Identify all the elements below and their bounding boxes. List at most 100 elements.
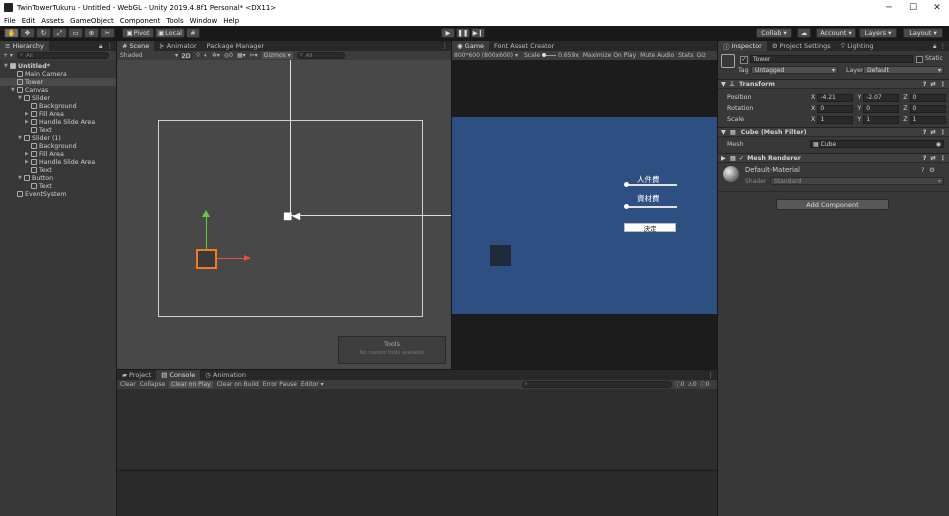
play-button[interactable]: ▶ xyxy=(441,28,455,38)
object-picker-icon[interactable]: ◉ xyxy=(936,141,941,148)
help-icon[interactable]: ? xyxy=(923,81,927,88)
axis-x-label[interactable]: X xyxy=(811,94,815,101)
tab-project[interactable]: ▰ Project xyxy=(117,370,156,380)
x-axis-arrow-icon[interactable] xyxy=(244,255,251,261)
material-gear-icon[interactable]: ⚙ xyxy=(929,166,935,174)
menu-assets[interactable]: Assets xyxy=(41,17,64,25)
grid-toggle-icon[interactable]: ▦▾ xyxy=(237,52,246,59)
transform-z-field[interactable]: 1 xyxy=(909,115,946,124)
tab-hierarchy[interactable]: ≡ Hierarchy xyxy=(0,41,49,51)
clear-button[interactable]: Clear xyxy=(120,381,136,388)
hierarchy-item[interactable]: ▼ Button xyxy=(0,174,116,182)
transform-x-field[interactable]: -4.21 xyxy=(817,93,854,102)
scale-tool-icon[interactable]: ⤢ xyxy=(52,28,67,38)
audio-toggle-icon[interactable]: 🔈︎ xyxy=(204,52,208,60)
hierarchy-item[interactable]: Tower xyxy=(0,78,116,86)
layers-dropdown[interactable]: Layers ▾ xyxy=(859,28,897,38)
shading-mode-dropdown[interactable]: Shaded xyxy=(120,52,175,59)
transform-y-field[interactable]: -2.07 xyxy=(863,93,900,102)
tag-dropdown[interactable]: Untagged ▾ xyxy=(751,66,838,74)
layer-dropdown[interactable]: Default ▾ xyxy=(863,66,944,74)
scale-slider-handle[interactable] xyxy=(542,53,547,57)
effects-toggle-icon[interactable]: ✲▾ xyxy=(212,52,220,59)
hierarchy-item[interactable]: Main Camera xyxy=(0,70,116,78)
grid-snap-icon[interactable]: # xyxy=(186,28,200,38)
menu-gameobject[interactable]: GameObject xyxy=(70,17,114,25)
2d-toggle-button[interactable]: 2D xyxy=(180,51,193,60)
axis-y-label[interactable]: Y xyxy=(857,116,861,123)
slider2-track[interactable] xyxy=(626,206,677,208)
transform-y-field[interactable]: 0 xyxy=(863,104,900,113)
transform-x-field[interactable]: 1 xyxy=(817,115,854,124)
gizmos-dropdown[interactable]: Gizmos ▾ xyxy=(261,52,293,59)
lighting-toggle-icon[interactable]: 💡︎ xyxy=(196,52,200,60)
more-menu-icon[interactable]: ⋮ xyxy=(940,81,946,88)
slider1-handle[interactable] xyxy=(624,182,629,187)
mesh-filter-component-header[interactable]: ▼ ▦ Cube (Mesh Filter) ? ⇄ ⋮ xyxy=(718,127,949,137)
layout-dropdown[interactable]: Layout ▾ xyxy=(903,28,943,38)
menu-component[interactable]: Component xyxy=(120,17,161,25)
tab-lighting[interactable]: 💡︎ Lighting xyxy=(836,41,879,51)
transform-z-field[interactable]: 0 xyxy=(909,104,946,113)
hierarchy-item[interactable]: EventSystem xyxy=(0,190,116,198)
slider1-track[interactable] xyxy=(626,184,677,186)
collapse-button[interactable]: Collapse xyxy=(140,381,166,388)
hierarchy-item[interactable]: Background xyxy=(0,142,116,150)
slider2-handle[interactable] xyxy=(624,204,629,209)
camera-gizmo-icon[interactable]: ■◀ xyxy=(283,211,300,222)
mesh-object-field[interactable]: ▦ Cube ◉ xyxy=(810,140,944,148)
maximize-on-play-toggle[interactable]: Maximize On Play xyxy=(583,52,636,59)
tab-package-manager[interactable]: Package Manager xyxy=(202,41,270,51)
preset-icon[interactable]: ⇄ xyxy=(930,81,935,88)
tab-font-asset-creator[interactable]: Font Asset Creator xyxy=(489,41,559,51)
more-menu-icon[interactable]: ⋮ xyxy=(107,42,114,50)
axis-y-label[interactable]: Y xyxy=(857,105,861,112)
rotate-tool-icon[interactable]: ↻ xyxy=(36,28,51,38)
help-icon[interactable]: ? xyxy=(923,129,927,136)
scale-slider[interactable] xyxy=(542,53,557,57)
shader-dropdown[interactable]: Standard ▾ xyxy=(770,177,944,185)
more-menu-icon[interactable]: ⋮ xyxy=(940,42,947,50)
axis-z-label[interactable]: Z xyxy=(903,105,907,112)
hand-tool-icon[interactable]: ✋ xyxy=(4,28,19,38)
transform-z-field[interactable]: 0 xyxy=(909,93,946,102)
close-button[interactable]: ✕ xyxy=(925,3,949,13)
menu-window[interactable]: Window xyxy=(190,17,218,25)
help-icon[interactable]: ? xyxy=(923,155,927,162)
tab-animator[interactable]: ⊱ Animator xyxy=(154,41,201,51)
menu-file[interactable]: File xyxy=(4,17,16,25)
hierarchy-item[interactable]: ▶ Handle Slide Area xyxy=(0,158,116,166)
camera-settings-icon[interactable]: ✂▾ xyxy=(250,52,258,59)
hierarchy-item[interactable]: ▶ Fill Area xyxy=(0,150,116,158)
x-axis-handle[interactable] xyxy=(215,258,245,259)
maximize-button[interactable]: ☐ xyxy=(901,3,925,13)
editor-target-dropdown[interactable]: Editor ▾ xyxy=(301,381,324,388)
game-viewport[interactable]: 人件費 資材費 決定 xyxy=(452,117,717,314)
decide-button[interactable]: 決定 xyxy=(624,223,676,233)
account-dropdown[interactable]: Account ▾ xyxy=(816,28,856,38)
pause-button[interactable]: ❚❚ xyxy=(456,28,470,38)
hierarchy-item[interactable]: Text xyxy=(0,182,116,190)
add-component-button[interactable]: Add Component xyxy=(776,199,889,210)
hierarchy-item[interactable]: Text xyxy=(0,126,116,134)
hierarchy-item[interactable]: ▼ Slider xyxy=(0,94,116,102)
hierarchy-item[interactable]: ▶ Fill Area xyxy=(0,110,116,118)
hierarchy-item[interactable]: ▼ Slider (1) xyxy=(0,134,116,142)
active-checkbox[interactable]: ✓ xyxy=(740,56,748,64)
tower-cube-selected[interactable] xyxy=(196,249,217,269)
local-toggle[interactable]: ▣ Local xyxy=(155,28,185,38)
more-menu-icon[interactable]: ⋮ xyxy=(940,129,946,136)
static-checkbox[interactable] xyxy=(916,56,923,63)
minimize-button[interactable]: ─ xyxy=(877,3,901,13)
enabled-checkbox[interactable]: ✓ xyxy=(739,155,744,162)
collab-button[interactable]: Collab ▾ xyxy=(756,28,792,38)
scene-viewport[interactable]: ■◀ Tools No custom tools available xyxy=(117,60,451,369)
more-menu-icon[interactable]: ⋮ xyxy=(940,155,946,162)
transform-x-field[interactable]: 0 xyxy=(817,104,854,113)
rect-tool-icon[interactable]: ▭ xyxy=(68,28,83,38)
tab-project-settings[interactable]: ⚙ Project Settings xyxy=(767,41,836,51)
axis-z-label[interactable]: Z xyxy=(903,116,907,123)
tab-game[interactable]: ◉ Game xyxy=(452,41,490,51)
clear-on-play-toggle[interactable]: Clear on Play xyxy=(169,381,213,388)
y-axis-arrow-icon[interactable] xyxy=(202,210,210,217)
